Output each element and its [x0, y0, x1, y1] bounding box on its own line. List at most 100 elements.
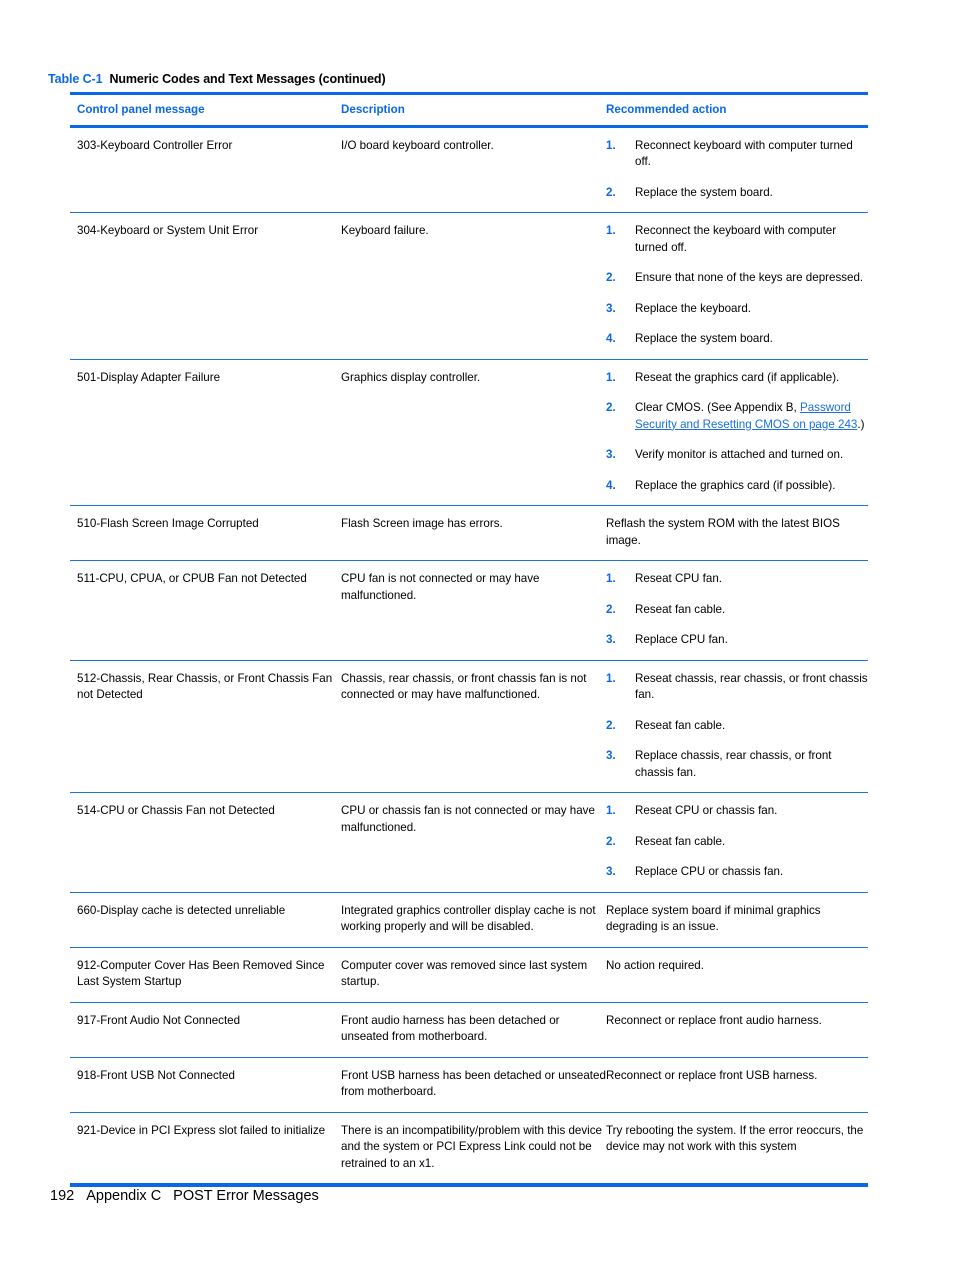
table-row: 511-CPU, CPUA, or CPUB Fan not Detected C…: [70, 561, 868, 660]
action-step-number: 3.: [606, 633, 616, 646]
action-step-text: Ensure that none of the keys are depress…: [635, 271, 864, 284]
cell-description: CPU fan is not connected or may have mal…: [341, 572, 540, 602]
footer-page-number: 192: [50, 1188, 75, 1204]
action-step-number: 1.: [606, 138, 616, 152]
table-row: 514-CPU or Chassis Fan not Detected CPU o…: [70, 793, 868, 892]
action-step-number: 3.: [606, 749, 616, 762]
cell-recommended-action: 1. Reseat chassis, rear chassis, or front…: [606, 671, 868, 782]
cell-recommended-action: No action required.: [606, 958, 868, 975]
cell-control-panel-message: 921-Device in PCI Express slot failed to…: [77, 1123, 326, 1137]
table-bottom-rule: [70, 1183, 868, 1187]
action-step-text: Replace chassis, rear chassis, or front …: [635, 749, 832, 779]
action-step: 3. Verify monitor is attached and turned …: [606, 447, 868, 464]
action-step: 4. Replace the system board.: [606, 331, 868, 348]
cell-control-panel-message: 303-Keyboard Controller Error: [77, 138, 233, 152]
cell-description: Flash Screen image has errors.: [341, 517, 503, 530]
table-row: 917-Front Audio Not Connected Front audio…: [70, 1003, 868, 1057]
action-step-number: 2.: [606, 718, 616, 732]
cell-control-panel-message: 917-Front Audio Not Connected: [77, 1013, 241, 1027]
post-error-messages-table: Control panel message Description Recomm…: [70, 92, 868, 1187]
action-step: 2. Clear CMOS. (See Appendix B, Password …: [606, 400, 868, 433]
column-header-control-panel-message: Control panel message: [77, 103, 205, 116]
cell-recommended-action: Try rebooting the system. If the error r…: [606, 1123, 868, 1156]
cell-control-panel-message: 512-Chassis, Rear Chassis, or Front Chas…: [77, 671, 333, 702]
recommended-action-steps: 1. Reseat the graphics card (if applicabl…: [606, 370, 868, 495]
action-step-text: Replace the system board.: [635, 332, 773, 345]
table-row: 918-Front USB Not Connected Front USB har…: [70, 1058, 868, 1112]
action-step: 3. Replace chassis, rear chassis, or fron…: [606, 748, 868, 781]
column-header-recommended-action: Recommended action: [606, 103, 727, 116]
action-step-number: 1.: [606, 804, 616, 817]
action-step-text: Replace the graphics card (if possible).: [635, 478, 836, 492]
recommended-action-text: Reconnect or replace front audio harness…: [606, 1013, 822, 1027]
action-step-text: Reseat CPU fan.: [635, 572, 722, 585]
action-step: 3. Replace the keyboard.: [606, 301, 868, 318]
recommended-action-text: Reflash the system ROM with the latest B…: [606, 517, 840, 547]
action-step-text: Reseat fan cable.: [635, 834, 726, 848]
action-step-number: 2.: [606, 185, 616, 199]
action-step-number: 3.: [606, 865, 616, 878]
table-caption-title: Numeric Codes and Text Messages (continu…: [109, 72, 386, 86]
column-header-description: Description: [341, 103, 405, 116]
action-step-number: 4.: [606, 332, 616, 345]
table-row: 303-Keyboard Controller Error I/O board k…: [70, 128, 868, 213]
table-caption: Table C-1 Numeric Codes and Text Messages…: [48, 72, 386, 86]
action-step: 1. Reseat CPU fan.: [606, 571, 868, 588]
action-step: 1. Reseat chassis, rear chassis, or front…: [606, 671, 868, 704]
action-step-text: Reseat the graphics card (if applicable)…: [635, 370, 840, 384]
table-row: 304-Keyboard or System Unit Error Keyboar…: [70, 213, 868, 359]
cell-description: There is an incompatibility/problem with…: [341, 1123, 602, 1170]
action-step: 2. Reseat fan cable.: [606, 834, 868, 851]
action-step: 2. Replace the system board.: [606, 185, 868, 202]
footer-section: POST Error Messages: [173, 1188, 319, 1204]
cell-control-panel-message: 912-Computer Cover Has Been Removed Sinc…: [77, 958, 325, 989]
action-step-text: Reconnect the keyboard with computer tur…: [635, 224, 837, 254]
recommended-action-steps: 1. Reconnect keyboard with computer turne…: [606, 138, 868, 202]
cell-description: Computer cover was removed since last sy…: [341, 958, 588, 989]
action-step-number: 1.: [606, 370, 616, 384]
table-row: 512-Chassis, Rear Chassis, or Front Chas…: [70, 661, 868, 793]
action-step-number: 2.: [606, 834, 616, 848]
action-step-number: 3.: [606, 301, 616, 315]
table-header-row: Control panel message Description Recomm…: [70, 95, 868, 125]
action-step-text: Reseat chassis, rear chassis, or front c…: [635, 671, 868, 702]
action-step: 1. Reconnect the keyboard with computer t…: [606, 223, 868, 256]
action-step-number: 1.: [606, 224, 616, 237]
table-row: 510-Flash Screen Image Corrupted Flash Sc…: [70, 506, 868, 560]
action-step-text: Reconnect keyboard with computer turned …: [635, 138, 853, 169]
cell-description: Chassis, rear chassis, or front chassis …: [341, 671, 587, 702]
action-step-text: Reseat CPU or chassis fan.: [635, 804, 778, 817]
action-step-text: Replace the keyboard.: [635, 301, 752, 315]
cell-control-panel-message: 511-CPU, CPUA, or CPUB Fan not Detected: [77, 572, 307, 585]
action-step-number: 2.: [606, 401, 616, 414]
footer-appendix: Appendix C: [86, 1188, 162, 1204]
action-step: 1. Reconnect keyboard with computer turne…: [606, 138, 868, 171]
action-step-number: 4.: [606, 478, 616, 492]
cell-control-panel-message: 510-Flash Screen Image Corrupted: [77, 517, 259, 530]
cell-control-panel-message: 501-Display Adapter Failure: [77, 370, 221, 384]
action-step: 3. Replace CPU fan.: [606, 632, 868, 649]
cell-recommended-action: Reflash the system ROM with the latest B…: [606, 516, 868, 549]
action-step-text: Clear CMOS. (See Appendix B, Password Se…: [635, 400, 868, 433]
cell-control-panel-message: 304-Keyboard or System Unit Error: [77, 224, 259, 237]
action-step-number: 1.: [606, 572, 616, 585]
cell-recommended-action: Replace system board if minimal graphics…: [606, 903, 868, 936]
table-row: 912-Computer Cover Has Been Removed Sinc…: [70, 948, 868, 1002]
action-step: 4. Replace the graphics card (if possible…: [606, 478, 868, 495]
recommended-action-steps: 1. Reseat chassis, rear chassis, or front…: [606, 671, 868, 782]
cell-description: Front audio harness has been detached or…: [341, 1013, 560, 1044]
action-step: 3. Replace CPU or chassis fan.: [606, 864, 868, 881]
recommended-action-steps: 1. Reconnect the keyboard with computer t…: [606, 223, 868, 348]
recommended-action-text: Reconnect or replace front USB harness.: [606, 1068, 818, 1082]
action-step: 2. Ensure that none of the keys are depre…: [606, 270, 868, 287]
cell-recommended-action: 1. Reconnect keyboard with computer turne…: [606, 138, 868, 202]
table-row: 501-Display Adapter Failure Graphics disp…: [70, 360, 868, 506]
page-footer: 192 Appendix C POST Error Messages: [50, 1188, 319, 1204]
action-step: 1. Reseat the graphics card (if applicabl…: [606, 370, 868, 387]
action-step-text-after-link: .): [857, 417, 865, 431]
cell-recommended-action: 1. Reseat CPU fan. 2. Reseat fan cable. 3. Re…: [606, 571, 868, 649]
action-step-number: 1.: [606, 671, 616, 685]
action-step: 1. Reseat CPU or chassis fan.: [606, 803, 868, 820]
cell-description: Keyboard failure.: [341, 224, 429, 237]
action-step-text: Verify monitor is attached and turned on…: [635, 448, 844, 461]
